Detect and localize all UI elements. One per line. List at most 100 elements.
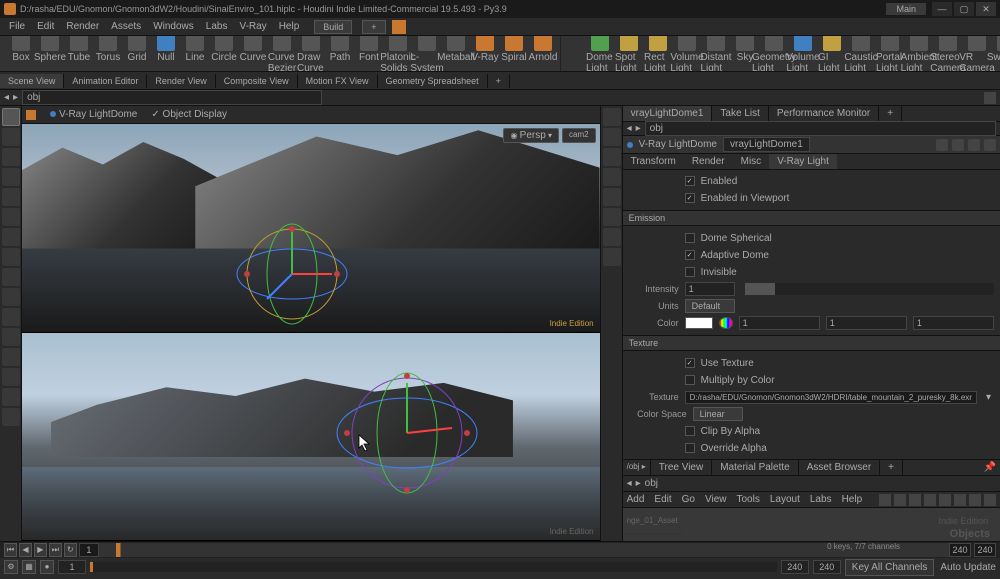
play-fwd-button[interactable]: ▶	[34, 543, 47, 557]
tl-opt-2[interactable]: ▦	[22, 560, 36, 574]
menu-edit[interactable]: Edit	[32, 19, 59, 34]
shelf-curve-bezier[interactable]: Curve Bezier	[268, 36, 296, 72]
misc-tool-3[interactable]	[2, 408, 20, 426]
shelf-tube[interactable]: Tube	[65, 36, 93, 72]
scale-tool[interactable]	[2, 168, 20, 186]
colorspace-dropdown[interactable]: Linear	[693, 407, 743, 421]
color-b[interactable]: 1	[913, 316, 994, 330]
adaptive-checkbox[interactable]	[685, 250, 695, 260]
tab-vraylight[interactable]: V-Ray Light	[769, 154, 837, 169]
shelf-arnold[interactable]: Arnold	[529, 36, 557, 72]
section-texture[interactable]: Texture	[623, 335, 1000, 351]
enabled-vp-checkbox[interactable]	[685, 193, 695, 203]
gear-icon[interactable]	[936, 139, 948, 151]
misc-tool-1[interactable]	[2, 368, 20, 386]
auto-update-toggle[interactable]: Auto Update	[940, 562, 996, 573]
cam-icon[interactable]	[603, 228, 621, 246]
help-icon[interactable]	[952, 139, 964, 151]
viewport-camera[interactable]: Indie Edition	[22, 333, 600, 542]
key-all-button[interactable]: Key All Channels	[845, 559, 935, 576]
select-tool[interactable]	[2, 108, 20, 126]
menu-assets[interactable]: Assets	[106, 19, 146, 34]
viewport-tab[interactable]: V-Ray LightDome	[44, 108, 143, 121]
nav-fwd-icon[interactable]: ▸	[636, 478, 641, 489]
node-name-field[interactable]: vrayLightDome1	[723, 137, 810, 152]
timeline-ruler[interactable]	[99, 543, 949, 557]
view-tool[interactable]	[2, 208, 20, 226]
ne-icon-1[interactable]	[879, 494, 891, 506]
tl-opt-1[interactable]: ⚙	[4, 560, 18, 574]
shelf-v-ray[interactable]: V-Ray	[471, 36, 499, 72]
context-geometry-spreadsheet[interactable]: Geometry Spreadsheet	[378, 74, 488, 88]
camera-badge[interactable]: cam2	[562, 128, 596, 143]
ne-icon-7[interactable]	[969, 494, 981, 506]
light-gizmo-2[interactable]	[322, 358, 492, 508]
misc-tool-2[interactable]	[2, 388, 20, 406]
layout-dropdown[interactable]: Build	[314, 20, 352, 34]
range-start[interactable]: 1	[58, 560, 86, 574]
tab-takelist[interactable]: Take List	[712, 106, 768, 121]
object-display-toggle[interactable]: ✓ Object Display	[151, 109, 227, 120]
lock-icon[interactable]	[603, 248, 621, 266]
units-dropdown[interactable]: Default	[685, 299, 735, 313]
pin-icon[interactable]	[984, 92, 996, 104]
current-frame[interactable]: 1	[79, 543, 99, 557]
range-end-2[interactable]: 240	[813, 560, 841, 574]
tab-render[interactable]: Render	[684, 154, 733, 169]
pin-icon[interactable]: 📌	[980, 460, 1000, 475]
shelf-switcher[interactable]: Switcher	[992, 36, 1000, 72]
intensity-field[interactable]: 1	[685, 282, 735, 296]
lasso-tool[interactable]	[2, 288, 20, 306]
search-icon[interactable]	[968, 139, 980, 151]
asset-group-2[interactable]: ise_01_Asset	[623, 534, 683, 541]
render-region-tool[interactable]	[2, 228, 20, 246]
shelf-path[interactable]: Path	[326, 36, 354, 72]
ne-icon-5[interactable]	[939, 494, 951, 506]
ne-icon-3[interactable]	[909, 494, 921, 506]
shelf-volume-light[interactable]: Volume Light	[673, 36, 701, 72]
nm-add[interactable]: Add	[627, 494, 645, 505]
close-button[interactable]: ✕	[976, 2, 996, 16]
shelf-geometry-light[interactable]: Geometry Light	[760, 36, 788, 72]
tab-treeview[interactable]: Tree View	[651, 460, 712, 475]
context-render-view[interactable]: Render View	[147, 74, 215, 88]
section-emission[interactable]: Emission	[623, 210, 1000, 226]
intensity-slider[interactable]	[745, 283, 994, 295]
magnet-tool[interactable]	[2, 308, 20, 326]
shelf-distant-light[interactable]: Distant Light	[702, 36, 730, 72]
shelf-line[interactable]: Line	[181, 36, 209, 72]
texture-path-field[interactable]: D:/rasha/EDU/Gnomon/Gnomon3dW2/HDRI/tabl…	[685, 391, 977, 404]
nm-view[interactable]: View	[705, 494, 727, 505]
menu-vray[interactable]: V-Ray	[234, 19, 271, 34]
tl-opt-3[interactable]: ●	[40, 560, 54, 574]
color-g[interactable]: 1	[826, 316, 907, 330]
timeline-scrub[interactable]	[90, 562, 777, 572]
tab-add-2[interactable]: +	[880, 460, 903, 475]
menu-windows[interactable]: Windows	[148, 19, 199, 34]
shelf-null[interactable]: Null	[152, 36, 180, 72]
context-motion-fx-view[interactable]: Motion FX View	[298, 74, 378, 88]
menu-help[interactable]: Help	[274, 19, 305, 34]
labs-icon[interactable]	[392, 20, 406, 34]
use-texture-checkbox[interactable]	[685, 358, 695, 368]
ne-icon-8[interactable]	[984, 494, 996, 506]
network-path[interactable]: obj	[645, 478, 996, 489]
end-frame-2[interactable]: 240	[974, 543, 996, 557]
nm-help[interactable]: Help	[842, 494, 863, 505]
maximize-button[interactable]: ▢	[954, 2, 974, 16]
browse-icon[interactable]: ▾	[983, 392, 994, 403]
viewport-perspective[interactable]: ◉ Persp ▾ cam2 Indie Edition	[22, 124, 600, 333]
shelf-circle[interactable]: Circle	[210, 36, 238, 72]
network-canvas[interactable]: Indie Edition Objects nge_01_Asset ise_0…	[623, 508, 1000, 541]
inspect-tool[interactable]	[2, 248, 20, 266]
enabled-checkbox[interactable]	[685, 176, 695, 186]
tab-node[interactable]: vrayLightDome1	[623, 106, 713, 121]
nm-labs[interactable]: Labs	[810, 494, 832, 505]
ne-icon-6[interactable]	[954, 494, 966, 506]
shelf-ambient-light[interactable]: Ambient Light	[905, 36, 933, 72]
view-mode-badge[interactable]: ◉ Persp ▾	[503, 128, 559, 143]
play-first-button[interactable]: ⏮	[4, 543, 17, 557]
context-composite-view[interactable]: Composite View	[216, 74, 298, 88]
minimize-button[interactable]: —	[932, 2, 952, 16]
ne-icon-2[interactable]	[894, 494, 906, 506]
